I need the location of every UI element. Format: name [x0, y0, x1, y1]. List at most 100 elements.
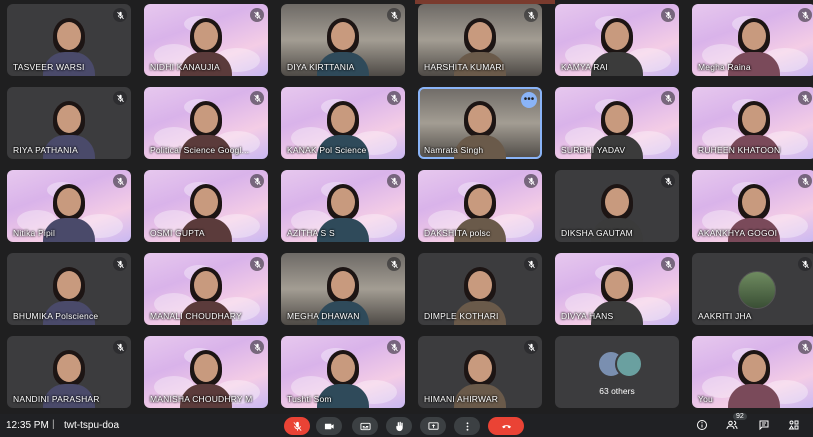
participant-name: Namrata Singh: [424, 145, 484, 155]
tile-more-options-icon[interactable]: •••: [521, 92, 537, 108]
mic-off-icon: [292, 421, 302, 431]
participant-name: NIDHI KANAUJIA: [150, 62, 220, 72]
participant-name: MEGHA DHAWAN: [287, 311, 360, 321]
mic-muted-icon: [387, 257, 401, 271]
participant-tile[interactable]: MANISHA CHOUDHRY M: [144, 336, 268, 408]
present-button[interactable]: [420, 417, 446, 435]
participant-tile[interactable]: OSMI GUPTA: [144, 170, 268, 242]
mic-muted-icon: [798, 257, 812, 271]
participant-name: DAKSHITA polsc: [424, 228, 491, 238]
mic-muted-icon: [798, 8, 812, 22]
mic-muted-icon: [387, 8, 401, 22]
mic-muted-icon: [113, 91, 127, 105]
participant-name: SURBHI YADAV: [561, 145, 626, 155]
others-count: 63 others: [599, 386, 635, 396]
chat-button[interactable]: [756, 417, 772, 433]
participant-name: AAKRITI JHA: [698, 311, 752, 321]
participant-tile[interactable]: KANAK Pol Science: [281, 87, 405, 159]
participant-name: AZITHA S S: [287, 228, 335, 238]
chat-icon: [759, 420, 769, 431]
mic-muted-icon: [113, 174, 127, 188]
info-icon: [697, 420, 707, 430]
participant-tile[interactable]: MANALI CHOUDHARY: [144, 253, 268, 325]
people-icon: [726, 420, 738, 430]
participant-tile[interactable]: Megha Raina: [692, 4, 813, 76]
participant-tile[interactable]: DAKSHITA polsc: [418, 170, 542, 242]
mic-muted-icon: [387, 174, 401, 188]
clock: 12:35 PM: [6, 420, 49, 431]
participant-tile[interactable]: You: [692, 336, 813, 408]
participant-name: AKANKHYA GOGOI: [698, 228, 778, 238]
leave-call-button[interactable]: [488, 417, 524, 435]
mic-muted-icon: [250, 257, 264, 271]
mic-muted-icon: [524, 174, 538, 188]
participant-tile[interactable]: AZITHA S S: [281, 170, 405, 242]
hang-up-icon: [501, 424, 511, 428]
mic-muted-icon: [250, 91, 264, 105]
participant-name: MANISHA CHOUDHRY M: [150, 394, 253, 404]
raise-hand-button[interactable]: [386, 417, 412, 435]
participant-tile[interactable]: Namrata Singh •••: [418, 87, 542, 159]
mic-toggle-button[interactable]: [284, 417, 310, 435]
participant-tile[interactable]: BHUMIKA Polscience: [7, 253, 131, 325]
others-avatars: [597, 350, 643, 378]
mic-muted-icon: [113, 8, 127, 22]
participant-name: DIMPLE KOTHARI: [424, 311, 499, 321]
mic-muted-icon: [661, 8, 675, 22]
mic-muted-icon: [250, 174, 264, 188]
mic-muted-icon: [798, 91, 812, 105]
participant-name: BHUMIKA Polscience: [13, 311, 99, 321]
participant-name: KAMYA RAI: [561, 62, 608, 72]
mic-muted-icon: [113, 257, 127, 271]
participant-name: Political Science Googl...: [150, 145, 250, 155]
participants-count-badge: 92: [733, 413, 747, 420]
participant-name: RIYA PATHANIA: [13, 145, 78, 155]
present-icon: [427, 421, 439, 430]
mic-muted-icon: [661, 257, 675, 271]
participant-tile[interactable]: Nitika Pipil: [7, 170, 131, 242]
camera-toggle-button[interactable]: [316, 417, 342, 435]
mic-muted-icon: [387, 91, 401, 105]
hand-icon: [395, 421, 403, 431]
participant-tile[interactable]: HARSHITA KUMARI: [418, 4, 542, 76]
participant-tile[interactable]: KAMYA RAI: [555, 4, 679, 76]
activities-icon: [788, 420, 799, 430]
participant-tile[interactable]: TASVEER WARSI: [7, 4, 131, 76]
participant-name: You: [698, 394, 713, 404]
activities-button[interactable]: [786, 417, 802, 433]
participant-tile[interactable]: Political Science Googl...: [144, 87, 268, 159]
participant-tile[interactable]: AKANKHYA GOGOI: [692, 170, 813, 242]
participant-tile[interactable]: AAKRITI JHA: [692, 253, 813, 325]
participant-tile[interactable]: RUHEEN KHATOON: [692, 87, 813, 159]
participant-tile[interactable]: NIDHI KANAUJIA: [144, 4, 268, 76]
participant-tile[interactable]: NANDINI PARASHAR: [7, 336, 131, 408]
mic-muted-icon: [661, 91, 675, 105]
camera-icon: [324, 423, 334, 429]
participant-name: OSMI GUPTA: [150, 228, 205, 238]
participant-name: RUHEEN KHATOON: [698, 145, 781, 155]
meeting-details-button[interactable]: [694, 417, 710, 433]
participant-name: KANAK Pol Science: [287, 145, 367, 155]
more-options-button[interactable]: [454, 417, 480, 435]
mic-muted-icon: [113, 340, 127, 354]
participant-tile[interactable]: DIVYA HANS: [555, 253, 679, 325]
participant-tile[interactable]: MEGHA DHAWAN: [281, 253, 405, 325]
participant-name: DIVYA HANS: [561, 311, 614, 321]
mic-muted-icon: [798, 174, 812, 188]
mic-muted-icon: [524, 8, 538, 22]
participant-tile[interactable]: SURBHI YADAV: [555, 87, 679, 159]
participant-tile[interactable]: DIMPLE KOTHARI: [418, 253, 542, 325]
participant-name: DIYA KIRTTANIA: [287, 62, 355, 72]
mic-muted-icon: [250, 340, 264, 354]
participant-tile[interactable]: 63 others: [555, 336, 679, 408]
participant-tile[interactable]: DIYA KIRTTANIA: [281, 4, 405, 76]
bottom-toolbar: 12:35 PM | twt-tspu-doa 92: [0, 413, 813, 437]
mic-muted-icon: [798, 340, 812, 354]
participant-tile[interactable]: RIYA PATHANIA: [7, 87, 131, 159]
participant-tile[interactable]: HIMANI AHIRWAR: [418, 336, 542, 408]
participant-tile[interactable]: DIKSHA GAUTAM: [555, 170, 679, 242]
captions-button[interactable]: [352, 417, 378, 435]
more-vert-icon: [466, 421, 468, 431]
participant-tile[interactable]: Tushti Som: [281, 336, 405, 408]
participant-name: Nitika Pipil: [13, 228, 56, 238]
